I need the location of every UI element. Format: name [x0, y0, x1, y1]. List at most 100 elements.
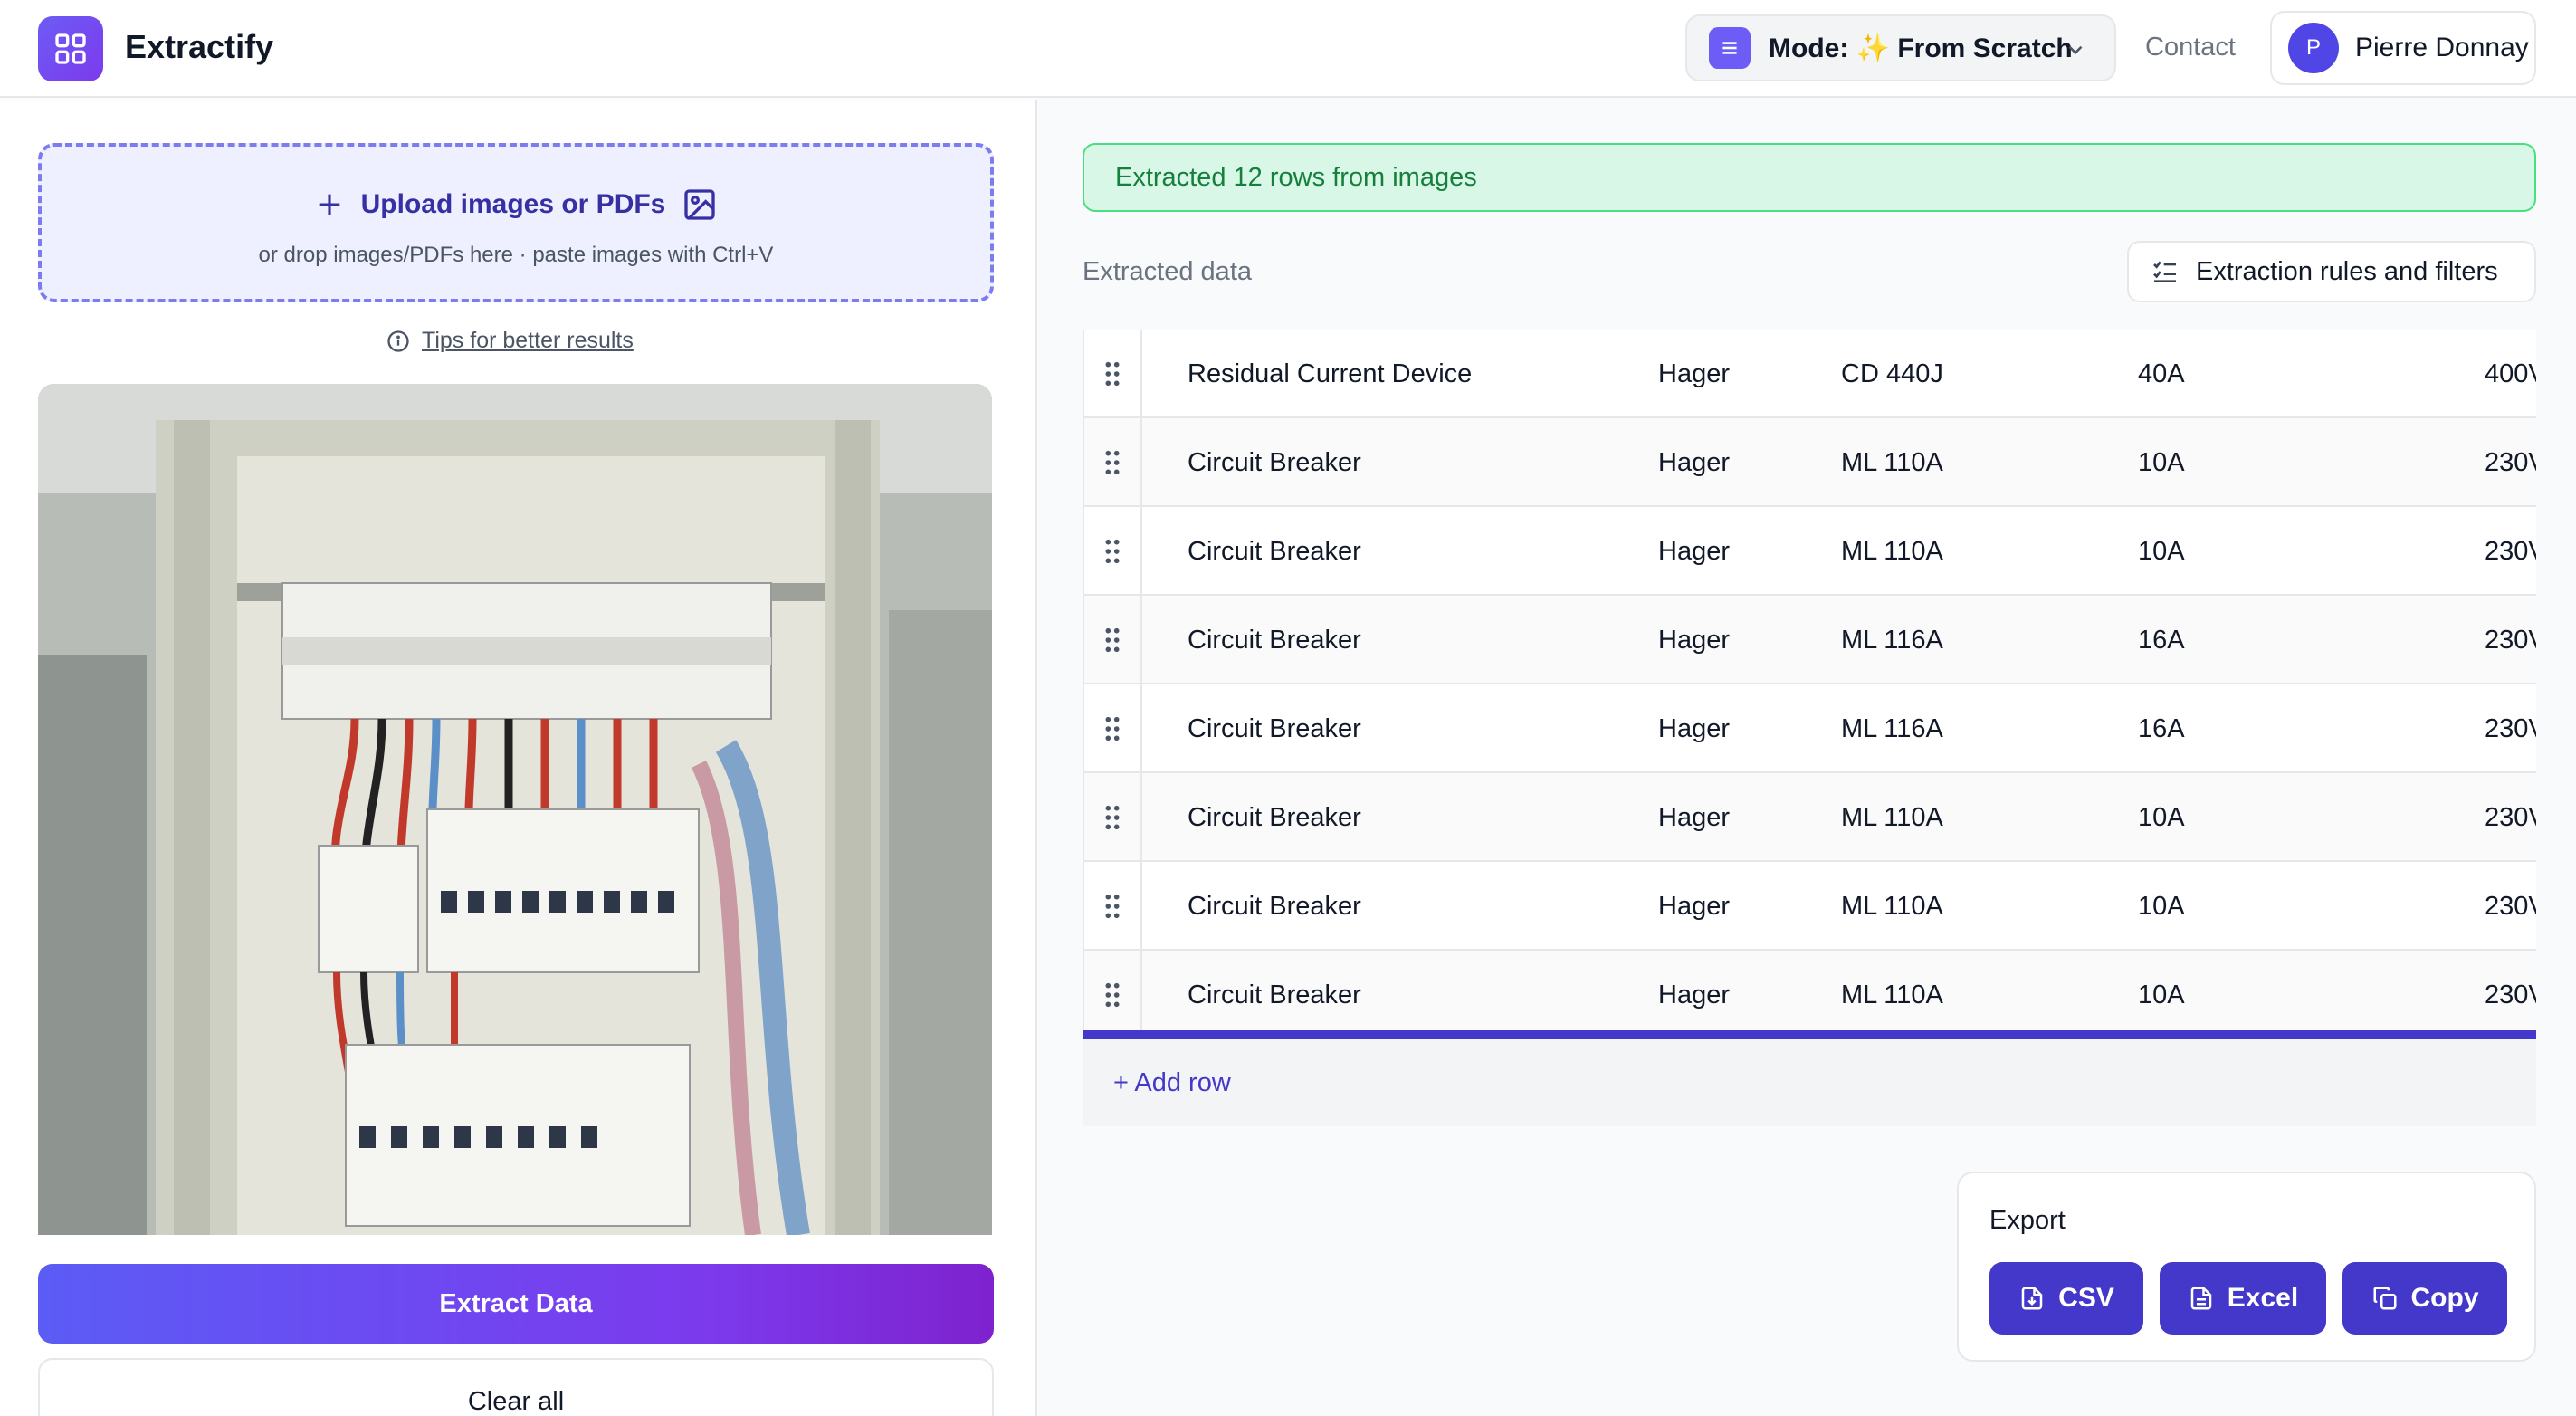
drag-handle-icon[interactable]	[1084, 684, 1142, 773]
table-cell[interactable]: ML 110A	[1841, 862, 1943, 951]
export-excel-button[interactable]: Excel	[2160, 1262, 2326, 1335]
drag-handle-icon[interactable]	[1084, 596, 1142, 684]
drop-hint: or drop images/PDFs here · paste images …	[258, 243, 774, 267]
app-title: Extractify	[125, 28, 274, 65]
table-cell[interactable]: Hager	[1658, 330, 1730, 418]
app-logo[interactable]	[38, 16, 103, 81]
table-cell[interactable]: Hager	[1658, 418, 1730, 507]
export-csv-button[interactable]: CSV	[1989, 1262, 2143, 1335]
file-download-icon	[2021, 1287, 2043, 1310]
drag-handle-icon[interactable]	[1084, 773, 1142, 862]
uploaded-image-preview	[38, 384, 992, 1235]
drag-handle-icon[interactable]	[1084, 862, 1142, 951]
app-header: Extractify Mode: ✨ From Scratch Contact …	[0, 0, 2576, 98]
table-cell[interactable]: 230V	[2485, 951, 2536, 1039]
table-cell[interactable]: 16A	[2138, 684, 2185, 773]
table-row[interactable]: Circuit Breaker Hager ML 116A 16A 230V	[1084, 596, 2536, 684]
image-icon	[684, 189, 716, 220]
table-row[interactable]: Circuit Breaker Hager ML 110A 10A 230V	[1084, 507, 2536, 596]
table-cell[interactable]: 10A	[2138, 862, 2185, 951]
table-cell[interactable]: Circuit Breaker	[1188, 684, 1361, 773]
table-cell[interactable]: Circuit Breaker	[1188, 773, 1361, 862]
copy-label: Copy	[2410, 1283, 2479, 1313]
table-cell[interactable]: Circuit Breaker	[1188, 418, 1361, 507]
table-bottom-bar	[1083, 1030, 2536, 1039]
table-cell[interactable]: 16A	[2138, 596, 2185, 684]
export-csv-label: CSV	[2058, 1283, 2114, 1313]
table-cell[interactable]: ML 116A	[1841, 596, 1943, 684]
table-cell[interactable]: 10A	[2138, 951, 2185, 1039]
copy-icon	[2373, 1287, 2396, 1310]
tips-link[interactable]: Tips for better results	[422, 328, 634, 354]
user-name: Pierre Donnay	[2355, 33, 2529, 62]
mode-label: Mode: ✨ From Scratch	[1769, 33, 2073, 63]
table-cell[interactable]: Hager	[1658, 951, 1730, 1039]
table-cell[interactable]: 10A	[2138, 773, 2185, 862]
table-cell[interactable]: 230V	[2485, 596, 2536, 684]
input-panel: Upload images or PDFs or drop images/PDF…	[0, 100, 1037, 1416]
table-cell[interactable]: ML 116A	[1841, 684, 1943, 773]
chevron-down-icon	[2068, 45, 2083, 55]
table-cell[interactable]: 230V	[2485, 773, 2536, 862]
table-row[interactable]: Circuit Breaker Hager ML 110A 10A 230V	[1084, 773, 2536, 862]
extraction-rules-label: Extraction rules and filters	[2196, 256, 2498, 286]
table-cell[interactable]: Residual Current Device	[1188, 330, 1472, 418]
grid-icon	[55, 33, 86, 64]
table-cell[interactable]: 230V	[2485, 684, 2536, 773]
user-menu-button[interactable]: P Pierre Donnay	[2270, 11, 2536, 85]
table-cell[interactable]: CD 440J	[1841, 330, 1943, 418]
table-cell[interactable]: ML 110A	[1841, 773, 1943, 862]
table-cell[interactable]: 230V	[2485, 862, 2536, 951]
table-cell[interactable]: 40A	[2138, 330, 2185, 418]
drag-handle-icon[interactable]	[1084, 507, 1142, 596]
file-spreadsheet-icon	[2190, 1287, 2212, 1310]
tips-row: Tips for better results	[386, 328, 634, 354]
table-cell[interactable]: Hager	[1658, 773, 1730, 862]
clear-all-button[interactable]: Clear all	[38, 1358, 994, 1416]
table-cell[interactable]: Circuit Breaker	[1188, 507, 1361, 596]
table-cell[interactable]: ML 110A	[1841, 418, 1943, 507]
plus-icon	[319, 194, 339, 215]
table-row[interactable]: Circuit Breaker Hager ML 110A 10A 230V	[1084, 418, 2536, 507]
extract-data-button[interactable]: Extract Data	[38, 1264, 994, 1344]
table-cell[interactable]: Circuit Breaker	[1188, 862, 1361, 951]
list-icon	[1709, 27, 1751, 69]
drag-handle-icon[interactable]	[1084, 951, 1142, 1039]
table-cell[interactable]: Hager	[1658, 862, 1730, 951]
info-icon	[387, 330, 409, 352]
table-cell[interactable]: Hager	[1658, 684, 1730, 773]
table-cell[interactable]: 230V	[2485, 507, 2536, 596]
table-cell[interactable]: 400V	[2485, 330, 2536, 418]
export-title: Export	[1989, 1206, 2066, 1235]
table-row[interactable]: Circuit Breaker Hager ML 110A 10A 230V	[1084, 862, 2536, 951]
export-excel-label: Excel	[2227, 1283, 2299, 1313]
contact-link[interactable]: Contact	[2145, 33, 2236, 62]
upload-label: Upload images or PDFs	[360, 189, 666, 219]
electrical-panel-photo	[38, 384, 992, 1235]
add-row-button[interactable]: + Add row	[1083, 1039, 2536, 1126]
drag-handle-icon[interactable]	[1084, 418, 1142, 507]
extraction-rules-button[interactable]: Extraction rules and filters	[2127, 241, 2536, 302]
extracted-data-table: Residual Current Device Hager CD 440J 40A 40…	[1083, 330, 2536, 1126]
table-row[interactable]: Residual Current Device Hager CD 440J 40A 40…	[1084, 330, 2536, 418]
status-banner: Extracted 12 rows from images	[1083, 143, 2536, 212]
table-row[interactable]: Circuit Breaker Hager ML 110A 10A 230V	[1084, 951, 2536, 1039]
table-cell[interactable]: ML 110A	[1841, 951, 1943, 1039]
mode-selector[interactable]: Mode: ✨ From Scratch	[1685, 14, 2116, 81]
avatar: P	[2288, 23, 2339, 73]
upload-dropzone[interactable]: Upload images or PDFs or drop images/PDF…	[38, 143, 994, 302]
table-cell[interactable]: ML 110A	[1841, 507, 1943, 596]
table-cell[interactable]: 230V	[2485, 418, 2536, 507]
extracted-data-label: Extracted data	[1083, 257, 1252, 286]
table-cell[interactable]: Hager	[1658, 507, 1730, 596]
export-card: Export CSV Excel Copy	[1957, 1172, 2536, 1362]
drag-handle-icon[interactable]	[1084, 330, 1142, 418]
table-cell[interactable]: Circuit Breaker	[1188, 596, 1361, 684]
table-cell[interactable]: 10A	[2138, 418, 2185, 507]
table-cell[interactable]: 10A	[2138, 507, 2185, 596]
table-cell[interactable]: Circuit Breaker	[1188, 951, 1361, 1039]
list-checks-icon	[2153, 261, 2176, 282]
copy-button[interactable]: Copy	[2342, 1262, 2507, 1335]
table-row[interactable]: Circuit Breaker Hager ML 116A 16A 230V	[1084, 684, 2536, 773]
table-cell[interactable]: Hager	[1658, 596, 1730, 684]
